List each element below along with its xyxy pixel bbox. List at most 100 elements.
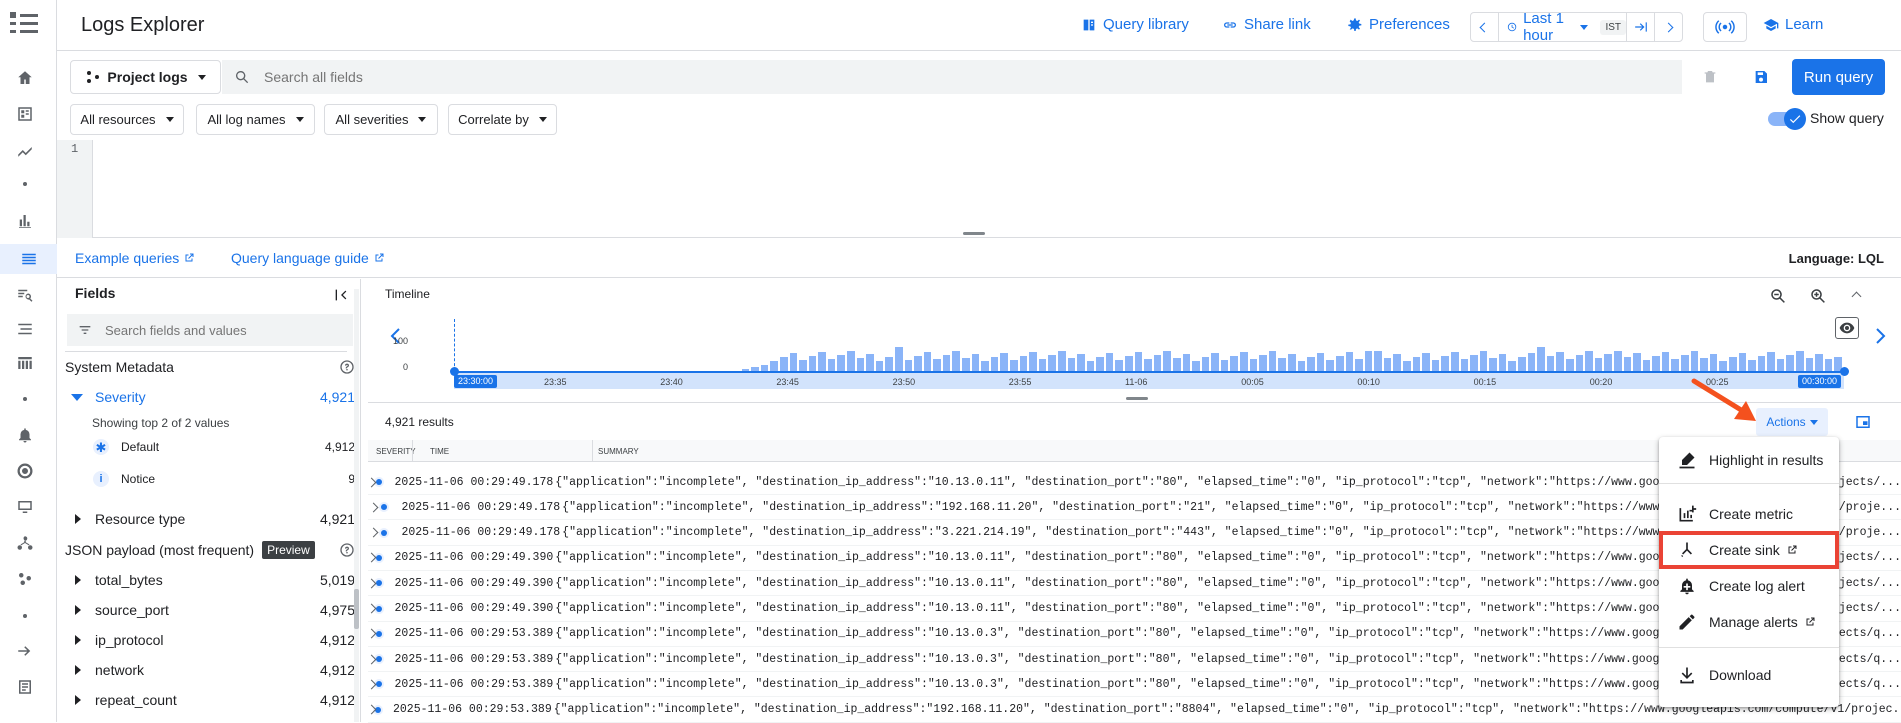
expand-row-button[interactable] xyxy=(368,527,379,538)
expand-row-button[interactable] xyxy=(368,704,377,715)
severity-field-row[interactable]: Severity 4,921 xyxy=(65,383,355,411)
all-severities-filter[interactable]: All severities xyxy=(324,104,438,135)
fields-search-input[interactable] xyxy=(103,321,343,339)
severity-default-row[interactable]: ✱ Default 4,912 xyxy=(87,433,355,461)
histogram-bar xyxy=(1010,360,1018,371)
search-all-fields-bar[interactable] xyxy=(222,60,1682,94)
menu-manage-alerts-label: Manage alerts xyxy=(1709,614,1798,630)
payload-field-name: network xyxy=(95,662,145,678)
expand-row-button[interactable] xyxy=(368,578,377,589)
share-link-button[interactable]: Share link xyxy=(1222,16,1311,33)
topology-icon[interactable] xyxy=(14,532,36,554)
time-forward-button[interactable] xyxy=(1654,13,1682,41)
query-language-guide-link[interactable]: Query language guide xyxy=(231,250,385,266)
histogram-bar xyxy=(1182,354,1191,371)
menu-manage-alerts[interactable]: Manage alerts xyxy=(1659,604,1839,640)
histogram-bar xyxy=(1441,356,1449,371)
log-search-icon[interactable] xyxy=(14,284,36,306)
fields-search-bar[interactable] xyxy=(67,314,353,346)
histogram-bar xyxy=(990,357,999,371)
all-resources-filter[interactable]: All resources xyxy=(70,104,184,135)
show-query-toggle[interactable] xyxy=(1768,108,1806,130)
expand-row-button[interactable] xyxy=(368,654,377,665)
payload-field-row[interactable]: total_bytes 5,019 xyxy=(65,566,355,594)
reports-icon[interactable] xyxy=(14,676,36,698)
range-end-handle[interactable] xyxy=(1840,367,1849,376)
clear-query-button[interactable] xyxy=(1700,67,1720,87)
payload-field-row[interactable]: ip_protocol 4,912 xyxy=(65,626,355,654)
dashboard-icon[interactable] xyxy=(14,103,36,125)
histogram-bar xyxy=(1431,360,1440,371)
time-range-control: Last 1 hour IST xyxy=(1470,10,1683,44)
payload-field-row[interactable]: network 4,912 xyxy=(65,656,355,684)
highlighter-icon xyxy=(1679,452,1695,469)
monitor-icon[interactable] xyxy=(14,496,36,518)
editor-resize-handle[interactable] xyxy=(963,232,985,235)
save-query-button[interactable] xyxy=(1751,67,1771,87)
histogram-bar xyxy=(1144,359,1152,371)
chevron-right-icon xyxy=(75,514,81,524)
expand-row-button[interactable] xyxy=(368,603,377,614)
histogram-bar xyxy=(1364,351,1373,371)
example-queries-link[interactable]: Example queries xyxy=(75,250,195,266)
log-time: 2025-11-06 00:29:49.178 xyxy=(401,500,561,514)
log-analytics-icon[interactable] xyxy=(14,352,36,374)
expand-row-button[interactable] xyxy=(368,502,379,513)
menu-create-log-alert[interactable]: Create log alert xyxy=(1659,568,1839,604)
preferences-button[interactable]: Preferences xyxy=(1347,16,1450,33)
metrics-explorer-icon[interactable] xyxy=(14,139,36,161)
fields-scrollbar[interactable] xyxy=(354,289,359,722)
timeline-resize-handle[interactable] xyxy=(1126,397,1148,400)
histogram-bar xyxy=(1211,353,1219,371)
bar-chart-icon[interactable] xyxy=(14,210,36,232)
stream-logs-button[interactable] xyxy=(1703,12,1747,42)
histogram-area[interactable] xyxy=(454,321,1844,371)
expand-view-button[interactable] xyxy=(1854,413,1872,434)
histogram-bar xyxy=(1038,359,1047,371)
histogram-bar xyxy=(894,347,903,371)
zoom-out-button[interactable] xyxy=(1769,287,1787,308)
asterisk-icon: ✱ xyxy=(93,439,109,455)
project-logs-scope-button[interactable]: Project logs xyxy=(70,60,221,94)
menu-create-metric[interactable]: Create metric xyxy=(1659,496,1839,532)
all-log-names-filter[interactable]: All log names xyxy=(196,104,315,135)
severity-default-icon xyxy=(379,529,389,536)
uptime-check-icon[interactable] xyxy=(14,460,36,482)
time-range-label: Last 1 hour xyxy=(1523,10,1564,44)
run-query-button[interactable]: Run query xyxy=(1792,59,1885,95)
correlate-by-filter[interactable]: Correlate by xyxy=(448,104,557,135)
expand-row-button[interactable] xyxy=(368,628,377,639)
timeline-next-button[interactable] xyxy=(1874,327,1888,348)
logs-explorer-icon[interactable] xyxy=(0,244,57,274)
severity-notice-row[interactable]: i Notice 9 xyxy=(87,465,355,493)
home-icon[interactable] xyxy=(14,67,36,89)
query-editor[interactable]: 1 xyxy=(57,140,1901,238)
export-icon[interactable] xyxy=(14,640,36,662)
collapse-timeline-button[interactable] xyxy=(1851,287,1862,303)
products-menu-icon[interactable] xyxy=(8,8,40,40)
actions-button[interactable]: Actions xyxy=(1756,408,1828,436)
expand-row-button[interactable] xyxy=(368,477,377,487)
expand-row-button[interactable] xyxy=(368,679,377,690)
query-library-link[interactable]: Query library xyxy=(1081,16,1189,33)
help-icon[interactable] xyxy=(339,542,355,558)
alerting-bell-icon[interactable] xyxy=(14,424,36,446)
menu-download[interactable]: Download xyxy=(1659,657,1839,693)
time-range-selector[interactable]: Last 1 hour IST xyxy=(1499,10,1626,44)
histogram-bar xyxy=(923,352,932,371)
time-back-button[interactable] xyxy=(1471,13,1499,41)
collapse-panel-button[interactable] xyxy=(333,287,349,306)
help-icon[interactable] xyxy=(339,359,355,375)
payload-field-row[interactable]: repeat_count 4,912 xyxy=(65,686,355,714)
payload-field-row[interactable]: source_port 4,975 xyxy=(65,596,355,624)
histogram-bar xyxy=(1450,352,1459,371)
integrations-icon[interactable] xyxy=(14,568,36,590)
menu-highlight-in-results[interactable]: Highlight in results xyxy=(1659,442,1839,478)
resource-type-row[interactable]: Resource type 4,921 xyxy=(65,505,355,533)
expand-row-button[interactable] xyxy=(368,552,377,563)
log-router-icon[interactable] xyxy=(14,318,36,340)
jump-to-now-button[interactable] xyxy=(1626,13,1654,41)
search-all-fields-input[interactable] xyxy=(262,68,1562,86)
learn-button[interactable]: Learn xyxy=(1763,16,1823,33)
zoom-in-button[interactable] xyxy=(1809,287,1827,308)
